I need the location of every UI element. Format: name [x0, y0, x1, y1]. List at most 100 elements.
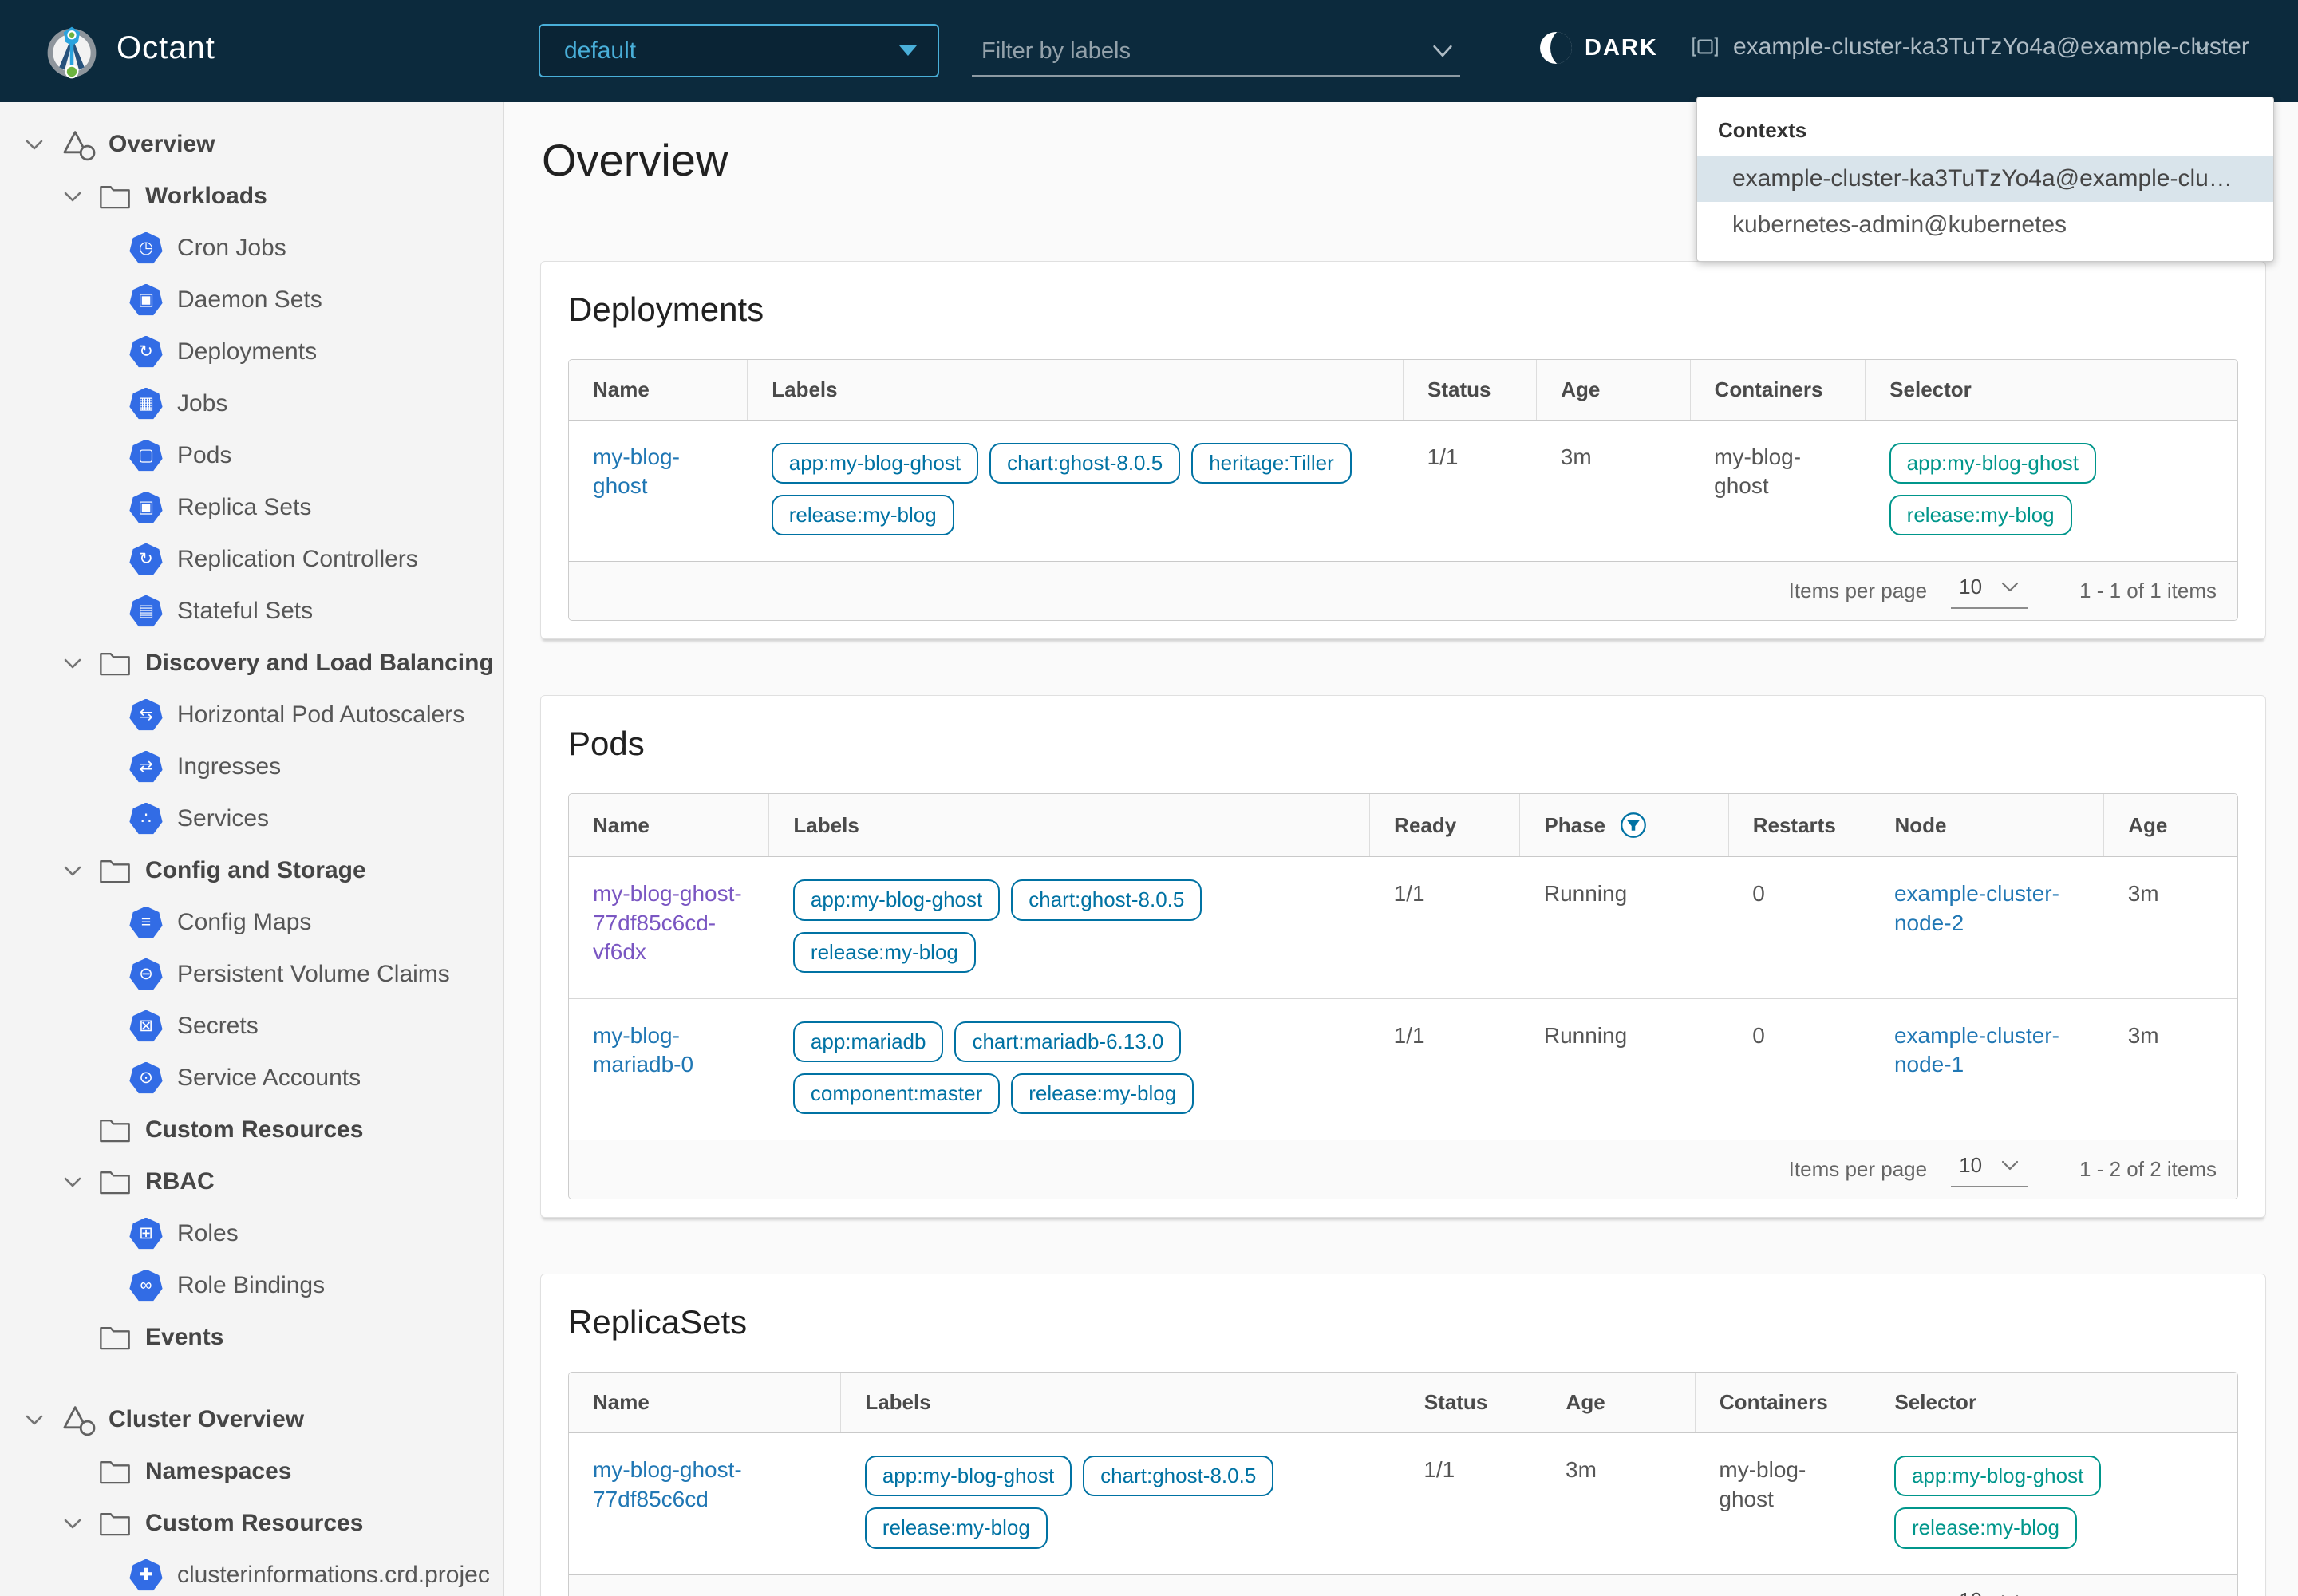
replicasets-card: ReplicaSets Name Labels Status Age Conta… — [540, 1274, 2266, 1596]
folder-icon — [97, 1507, 132, 1539]
role-icon — [129, 1218, 163, 1250]
column-header: Phase — [1520, 794, 1728, 857]
sidebar-item-label: Pods — [177, 442, 231, 469]
column-header: Containers — [1690, 360, 1866, 421]
chevron-down-icon[interactable] — [21, 135, 48, 154]
sidebar-item-ingresses[interactable]: Ingresses — [0, 741, 503, 792]
sidebar-item-clusterinformations[interactable]: clusterinformations.crd.projec — [0, 1549, 503, 1596]
daemonset-icon — [129, 284, 163, 316]
context-menu-item[interactable]: kubernetes-admin@kubernetes — [1697, 202, 2273, 248]
filter-funnel-icon[interactable] — [1620, 812, 1647, 839]
label-badge: release:my-blog — [865, 1507, 1048, 1548]
sidebar-item-pods[interactable]: Pods — [0, 429, 503, 481]
sidebar-item-persistent-volume-claims[interactable]: Persistent Volume Claims — [0, 948, 503, 1000]
column-header: Name — [569, 1373, 841, 1433]
chevron-down-icon[interactable] — [1430, 41, 1455, 61]
column-header: Labels — [841, 1373, 1400, 1433]
chevron-down-icon[interactable] — [59, 1172, 86, 1191]
pod-link[interactable]: my-blog-mariadb-0 — [593, 1023, 693, 1077]
items-per-page-select[interactable]: 10 — [1951, 1586, 2028, 1596]
chevron-down-icon[interactable] — [59, 1514, 86, 1533]
sidebar-item-discovery-and-load-balancing[interactable]: Discovery and Load Balancing — [0, 637, 503, 689]
column-header: Age — [2104, 794, 2237, 857]
column-header: Status — [1404, 360, 1537, 421]
node-link[interactable]: example-cluster-node-2 — [1894, 881, 2059, 934]
sidebar-item-replication-controllers[interactable]: Replication Controllers — [0, 533, 503, 585]
restarts-cell: 0 — [1728, 857, 1870, 998]
chevron-down-icon[interactable] — [59, 654, 86, 673]
phase-cell: Running — [1520, 998, 1728, 1140]
sidebar-item-overview[interactable]: Overview — [0, 118, 503, 170]
label-badge: chart:ghost-8.0.5 — [1083, 1456, 1273, 1496]
sidebar-item-label: Custom Resources — [145, 1510, 363, 1537]
sidebar-item-config-and-storage[interactable]: Config and Storage — [0, 844, 503, 896]
sidebar-item-namespaces[interactable]: Namespaces — [0, 1445, 503, 1497]
app-title: Octant — [116, 30, 215, 66]
custom-resource-icon — [129, 1559, 163, 1591]
sidebar-item-roles[interactable]: Roles — [0, 1207, 503, 1259]
pods-title: Pods — [568, 725, 2238, 763]
theme-toggle-button[interactable]: DARK — [1540, 32, 1658, 64]
table-row: my-blog-ghost-77df85c6cd app:my-blog-gho… — [569, 1433, 2237, 1574]
sidebar-item-service-accounts[interactable]: Service Accounts — [0, 1052, 503, 1104]
pod-link[interactable]: my-blog-ghost-77df85c6cd-vf6dx — [593, 881, 742, 964]
status-cell: 1/1 — [1400, 1433, 1542, 1574]
configmap-icon — [129, 907, 163, 938]
chevron-down-icon[interactable] — [21, 1410, 48, 1429]
sidebar-item-config-maps[interactable]: Config Maps — [0, 896, 503, 948]
sidebar-item-cron-jobs[interactable]: Cron Jobs — [0, 222, 503, 274]
replicaset-link[interactable]: my-blog-ghost-77df85c6cd — [593, 1457, 742, 1511]
sidebar-item-label: Roles — [177, 1220, 239, 1247]
sidebar-item-custom-resources[interactable]: Custom Resources — [0, 1104, 503, 1156]
items-per-page-select[interactable]: 10 — [1951, 1152, 2028, 1187]
chevron-down-icon — [2000, 1159, 2020, 1173]
sidebar-item-workloads[interactable]: Workloads — [0, 170, 503, 222]
sidebar-item-daemon-sets[interactable]: Daemon Sets — [0, 274, 503, 326]
sidebar-item-stateful-sets[interactable]: Stateful Sets — [0, 585, 503, 637]
context-menu-item-active[interactable]: example-cluster-ka3TuTzYo4a@example-clu… — [1697, 156, 2273, 202]
items-per-page-select[interactable]: 10 — [1951, 573, 2028, 609]
label-badge: chart:mariadb-6.13.0 — [954, 1021, 1181, 1062]
sidebar-item-label: Custom Resources — [145, 1116, 363, 1144]
sidebar-item-deployments[interactable]: Deployments — [0, 326, 503, 377]
pods-table: Name Labels Ready Phase — [568, 793, 2238, 1199]
table-footer-row: Items per page 10 1 - 1 of 1 items — [569, 1574, 2237, 1596]
table-footer-row: Items per page 10 1 - 2 of 2 items — [569, 1140, 2237, 1199]
sidebar-item-jobs[interactable]: Jobs — [0, 377, 503, 429]
pagination-range: 1 - 1 of 1 items — [2079, 579, 2217, 603]
folder-icon — [97, 647, 132, 679]
label-filter-field — [972, 27, 1460, 77]
chevron-down-icon — [2000, 580, 2020, 595]
table-footer-row: Items per page 10 1 - 1 of 1 items — [569, 562, 2237, 621]
sidebar-item-secrets[interactable]: Secrets — [0, 1000, 503, 1052]
sidebar-item-horizontal-pod-autoscalers[interactable]: Horizontal Pod Autoscalers — [0, 689, 503, 741]
sidebar-item-cluster-overview[interactable]: Cluster Overview — [0, 1393, 503, 1445]
chevron-down-icon[interactable] — [59, 187, 86, 206]
deployment-link[interactable]: my-blog-ghost — [593, 444, 680, 498]
deployments-card: Deployments Name Labels Status Age Conta… — [540, 261, 2266, 639]
sidebar-item-role-bindings[interactable]: Role Bindings — [0, 1259, 503, 1311]
label-filter-input[interactable] — [972, 38, 1430, 65]
replication-controller-icon — [129, 543, 163, 575]
label-badge: app:my-blog-ghost — [865, 1456, 1072, 1496]
deployments-table: Name Labels Status Age Containers Select… — [568, 359, 2238, 621]
label-badge: release:my-blog — [1011, 1073, 1194, 1114]
column-header: Age — [1542, 1373, 1695, 1433]
node-link[interactable]: example-cluster-node-1 — [1894, 1023, 2059, 1077]
job-icon — [129, 388, 163, 420]
hpa-icon — [129, 699, 163, 731]
sidebar-item-services[interactable]: Services — [0, 792, 503, 844]
ingress-icon — [129, 751, 163, 783]
sidebar-item-replica-sets[interactable]: Replica Sets — [0, 481, 503, 533]
sidebar-item-label: Ingresses — [177, 753, 281, 780]
chevron-down-icon[interactable] — [59, 861, 86, 880]
containers-cell: my-blog-ghost — [1690, 421, 1866, 562]
namespace-dropdown[interactable]: default — [539, 24, 939, 77]
sidebar-item-cluster-custom-resources[interactable]: Custom Resources — [0, 1497, 503, 1549]
sidebar-item-rbac[interactable]: RBAC — [0, 1156, 503, 1207]
context-selector[interactable]: example-cluster-ka3TuTzYo4a@example-clus… — [1690, 32, 2212, 62]
sidebar-item-label: RBAC — [145, 1168, 215, 1195]
sidebar-item-events[interactable]: Events — [0, 1311, 503, 1363]
age-cell: 3m — [2104, 998, 2237, 1140]
containers-cell: my-blog-ghost — [1695, 1433, 1870, 1574]
